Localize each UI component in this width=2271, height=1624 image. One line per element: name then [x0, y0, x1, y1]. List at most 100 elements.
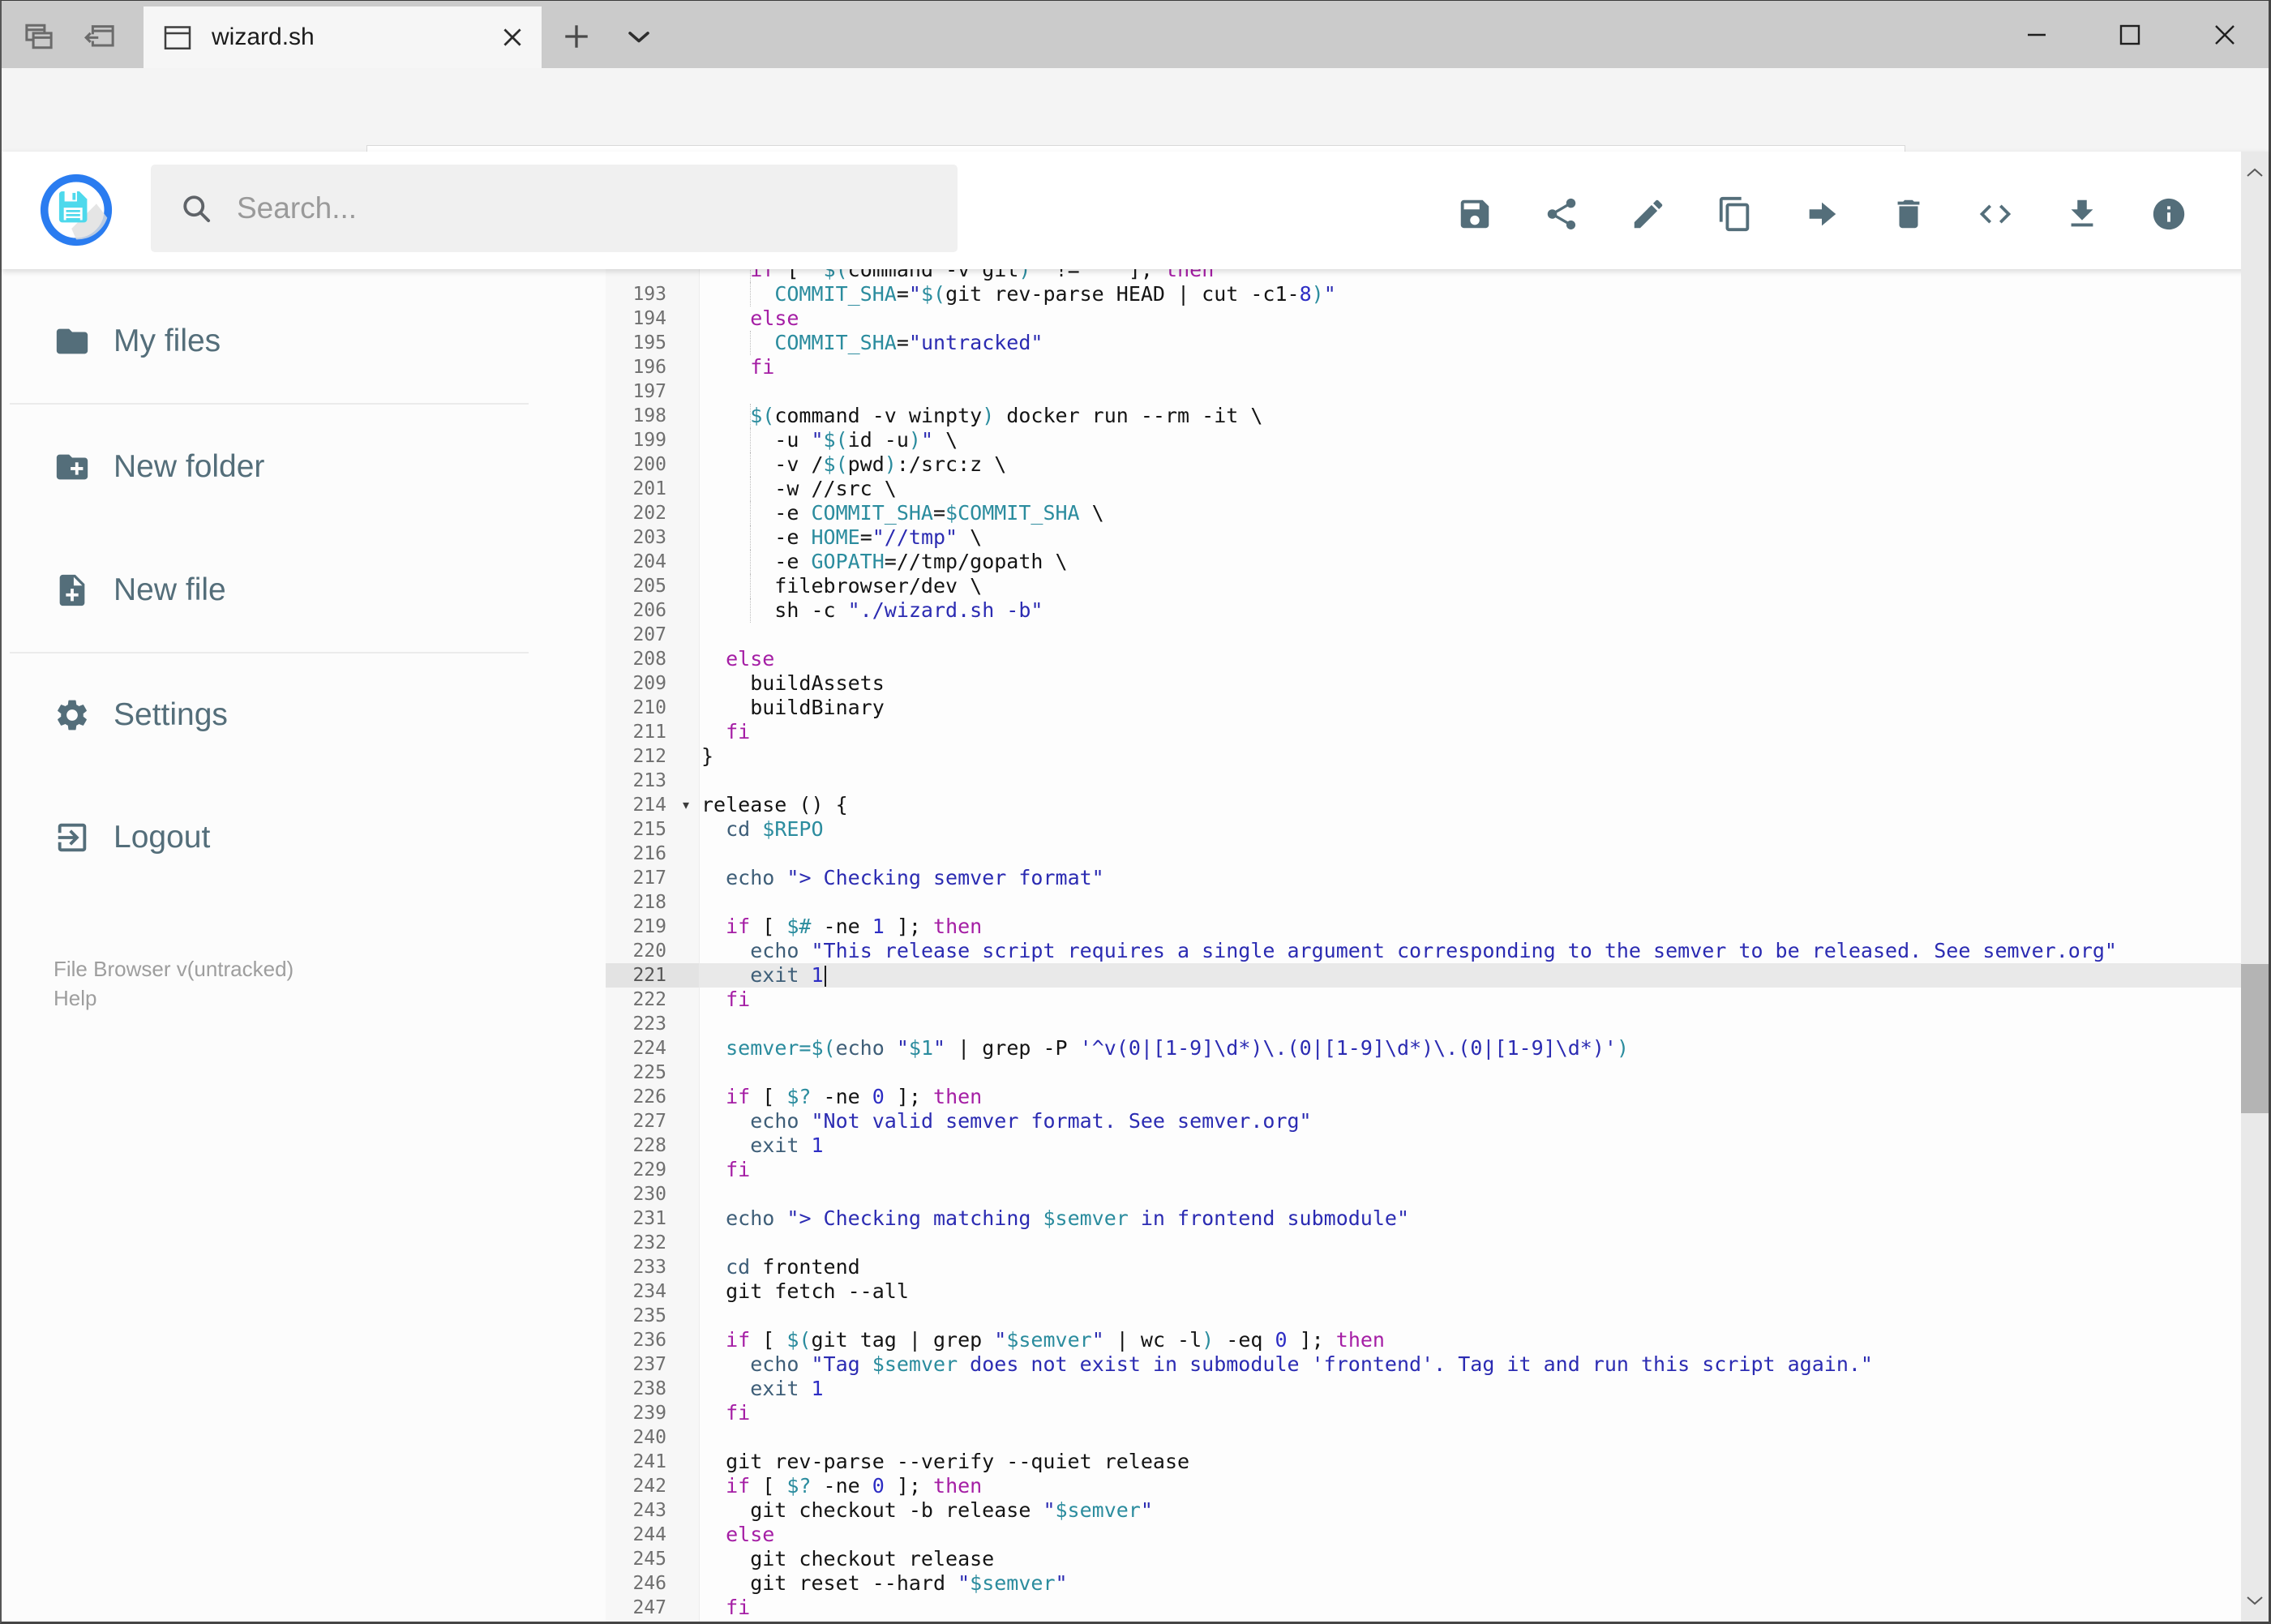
- code-line[interactable]: 217 echo "> Checking semver format": [606, 866, 2269, 890]
- line-number: 219: [632, 916, 666, 937]
- code-line[interactable]: 223: [606, 1012, 2269, 1036]
- fold-marker-icon[interactable]: ▾: [683, 793, 689, 817]
- code-line[interactable]: 222 fi: [606, 988, 2269, 1012]
- code-line[interactable]: 235: [606, 1304, 2269, 1328]
- code-line[interactable]: 238 exit 1: [606, 1377, 2269, 1401]
- code-line[interactable]: 220 echo "This release script requires a…: [606, 939, 2269, 963]
- code-line[interactable]: 228 exit 1: [606, 1133, 2269, 1158]
- code-line[interactable]: 208 else: [606, 647, 2269, 671]
- code-line[interactable]: 231 echo "> Checking matching $semver in…: [606, 1206, 2269, 1231]
- line-number: 237: [632, 1354, 666, 1375]
- tab-list-chevron-icon[interactable]: [621, 19, 657, 54]
- code-line[interactable]: 245 git checkout release: [606, 1547, 2269, 1571]
- code-line[interactable]: 233 cd frontend: [606, 1255, 2269, 1279]
- code-line[interactable]: 226 if [ $? -ne 0 ]; then: [606, 1085, 2269, 1109]
- tab-close-icon[interactable]: [495, 19, 530, 55]
- code-line[interactable]: 229 fi: [606, 1158, 2269, 1182]
- folder-plus-icon: [56, 454, 88, 480]
- code-line[interactable]: 199 -u "$(id -u)" \: [606, 428, 2269, 452]
- scrollbar-thumb[interactable]: [2241, 964, 2269, 1113]
- filebrowser-logo-icon[interactable]: [39, 173, 114, 247]
- line-number: 236: [632, 1330, 666, 1351]
- code-line[interactable]: 218: [606, 890, 2269, 915]
- code-line[interactable]: 234 git fetch --all: [606, 1279, 2269, 1304]
- code-line[interactable]: 225: [606, 1061, 2269, 1085]
- set-tabs-aside-icon[interactable]: [83, 19, 118, 54]
- sidebar-item-new-file[interactable]: New file: [2, 551, 569, 629]
- code-line[interactable]: 227 echo "Not valid semver format. See s…: [606, 1109, 2269, 1133]
- code-line[interactable]: 209 buildAssets: [606, 671, 2269, 696]
- line-number: 201: [632, 478, 666, 499]
- code-editor[interactable]: if [ "$(command -v git)" != "" ]; then 19…: [606, 269, 2269, 1622]
- code-line[interactable]: 195 COMMIT_SHA="untracked": [606, 331, 2269, 355]
- code-line[interactable]: 197: [606, 379, 2269, 404]
- code-line[interactable]: 196 fi: [606, 355, 2269, 379]
- indent-guide: [750, 525, 752, 550]
- code-line[interactable]: 240: [606, 1425, 2269, 1450]
- code-line[interactable]: 203 -e HOME="//tmp" \: [606, 525, 2269, 550]
- code-line[interactable]: 200 -v /$(pwd):/src:z \: [606, 452, 2269, 477]
- code-line[interactable]: 224 semver=$(echo "$1" | grep -P '^v(0|[…: [606, 1036, 2269, 1061]
- tab-preview-icon[interactable]: [21, 19, 57, 54]
- save-icon[interactable]: [1456, 195, 1493, 233]
- code-line[interactable]: 211 fi: [606, 720, 2269, 744]
- code-line[interactable]: 202 -e COMMIT_SHA=$COMMIT_SHA \: [606, 501, 2269, 525]
- maximize-icon[interactable]: [2107, 12, 2153, 58]
- new-tab-icon[interactable]: [559, 19, 594, 54]
- code-line[interactable]: 212}: [606, 744, 2269, 769]
- indent-guide: [750, 574, 752, 598]
- scroll-down-icon[interactable]: [2243, 1589, 2266, 1612]
- code-line[interactable]: 246 git reset --hard "$semver": [606, 1571, 2269, 1596]
- code-line[interactable]: 207: [606, 623, 2269, 647]
- copy-icon[interactable]: [1716, 195, 1754, 233]
- minimize-icon[interactable]: [2014, 12, 2059, 58]
- code-line[interactable]: 201 -w //src \: [606, 477, 2269, 501]
- code-line[interactable]: 242 if [ $? -ne 0 ]; then: [606, 1474, 2269, 1498]
- line-number: 196: [632, 357, 666, 378]
- app-version-text: File Browser v(untracked): [54, 957, 294, 981]
- line-number: 209: [632, 673, 666, 694]
- scroll-up-icon[interactable]: [2243, 161, 2266, 184]
- code-line[interactable]: 239 fi: [606, 1401, 2269, 1425]
- code-line[interactable]: 216: [606, 842, 2269, 866]
- code-line[interactable]: 219 if [ $# -ne 1 ]; then: [606, 915, 2269, 939]
- search-input[interactable]: Search...: [151, 165, 958, 252]
- close-icon[interactable]: [2202, 12, 2247, 58]
- code-icon[interactable]: [1977, 195, 2014, 233]
- code-line[interactable]: 206 sh -c "./wizard.sh -b": [606, 598, 2269, 623]
- code-line[interactable]: 243 git checkout -b release "$semver": [606, 1498, 2269, 1523]
- indent-guide: [750, 550, 752, 574]
- page-scrollbar[interactable]: [2241, 152, 2269, 1622]
- sidebar-item-new-folder[interactable]: New folder: [2, 428, 569, 506]
- delete-icon[interactable]: [1890, 195, 1927, 233]
- sidebar-item-logout[interactable]: Logout: [2, 799, 569, 876]
- code-line[interactable]: 194 else: [606, 306, 2269, 331]
- line-number: 206: [632, 600, 666, 621]
- code-line[interactable]: 230: [606, 1182, 2269, 1206]
- code-line[interactable]: 214 ▾ release () {: [606, 793, 2269, 817]
- help-link[interactable]: Help: [54, 986, 96, 1011]
- share-icon[interactable]: [1543, 195, 1580, 233]
- move-icon[interactable]: [1803, 195, 1840, 233]
- code-line[interactable]: 247 fi: [606, 1596, 2269, 1620]
- code-line[interactable]: 210 buildBinary: [606, 696, 2269, 720]
- code-line[interactable]: 236 if [ $(git tag | grep "$semver" | wc…: [606, 1328, 2269, 1352]
- sidebar-item-settings[interactable]: Settings: [2, 676, 569, 754]
- edit-icon[interactable]: [1630, 195, 1667, 233]
- code-line[interactable]: 237 echo "Tag $semver does not exist in …: [606, 1352, 2269, 1377]
- code-line[interactable]: if [ "$(command -v git)" != "" ]; then: [606, 269, 2269, 282]
- code-line[interactable]: 204 -e GOPATH=//tmp/gopath \: [606, 550, 2269, 574]
- code-line[interactable]: 221 exit 1: [606, 963, 2269, 988]
- code-line[interactable]: 205 filebrowser/dev \: [606, 574, 2269, 598]
- browser-tab[interactable]: wizard.sh: [144, 6, 542, 68]
- code-line[interactable]: 241 git rev-parse --verify --quiet relea…: [606, 1450, 2269, 1474]
- code-line[interactable]: 193 COMMIT_SHA="$(git rev-parse HEAD | c…: [606, 282, 2269, 306]
- download-icon[interactable]: [2063, 195, 2101, 233]
- code-line[interactable]: 244 else: [606, 1523, 2269, 1547]
- sidebar-item-my-files[interactable]: My files: [2, 302, 569, 380]
- code-line[interactable]: 215 cd $REPO: [606, 817, 2269, 842]
- info-icon[interactable]: [2150, 195, 2187, 233]
- code-line[interactable]: 213: [606, 769, 2269, 793]
- code-line[interactable]: 198 $(command -v winpty) docker run --rm…: [606, 404, 2269, 428]
- code-line[interactable]: 232: [606, 1231, 2269, 1255]
